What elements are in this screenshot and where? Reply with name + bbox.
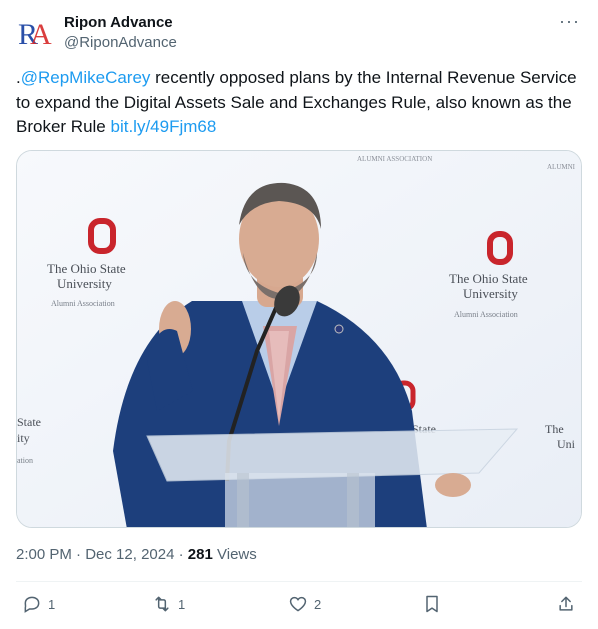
speaker-photo: The Ohio State University Alumni Associa… bbox=[17, 151, 581, 527]
display-name[interactable]: Ripon Advance bbox=[64, 14, 173, 31]
svg-text:University: University bbox=[57, 276, 112, 291]
views-count: 281 bbox=[187, 546, 213, 563]
svg-text:The Ohio State: The Ohio State bbox=[449, 271, 528, 286]
retweet-icon bbox=[155, 596, 169, 612]
bookmark-button[interactable] bbox=[422, 594, 442, 614]
like-button[interactable]: 2 bbox=[288, 594, 321, 614]
retweet-button[interactable]: 1 bbox=[152, 594, 185, 614]
ripon-logo-icon: R A bbox=[18, 18, 52, 51]
tweet-date[interactable]: Dec 12, 2024 bbox=[85, 546, 174, 563]
svg-text:ation: ation bbox=[17, 456, 33, 465]
svg-text:State: State bbox=[17, 415, 41, 429]
tweet-header: R A Ripon Advance @RiponAdvance ··· bbox=[16, 12, 582, 56]
svg-text:ALUMNI: ALUMNI bbox=[547, 163, 576, 171]
heart-icon bbox=[289, 596, 307, 612]
svg-text:Alumni Association: Alumni Association bbox=[51, 299, 115, 308]
svg-text:Alumni Association: Alumni Association bbox=[454, 310, 518, 319]
tweet-actions: 1 1 2 bbox=[16, 592, 582, 620]
views-label: Views bbox=[217, 546, 257, 563]
url-link[interactable]: bit.ly/49Fjm68 bbox=[110, 117, 216, 136]
reply-button[interactable]: 1 bbox=[22, 594, 55, 614]
reply-icon bbox=[24, 596, 40, 613]
divider bbox=[16, 581, 582, 582]
share-icon bbox=[559, 596, 573, 611]
tweet-meta: 2:00 PM · Dec 12, 2024 · 281 Views bbox=[16, 546, 257, 563]
user-handle[interactable]: @RiponAdvance bbox=[64, 34, 177, 51]
svg-text:The: The bbox=[545, 422, 564, 436]
tweet-photo[interactable]: The Ohio State University Alumni Associa… bbox=[16, 150, 582, 528]
mention-link[interactable]: @RepMikeCarey bbox=[21, 68, 151, 87]
bookmark-icon bbox=[426, 595, 438, 613]
tweet-text: .@RepMikeCarey recently opposed plans by… bbox=[16, 66, 586, 140]
svg-text:University: University bbox=[463, 286, 518, 301]
reply-count: 1 bbox=[48, 596, 56, 612]
share-button[interactable] bbox=[556, 594, 576, 614]
like-count: 2 bbox=[314, 596, 322, 612]
svg-text:ity: ity bbox=[17, 431, 30, 445]
svg-text:The Ohio State: The Ohio State bbox=[47, 261, 126, 276]
svg-text:A: A bbox=[30, 18, 52, 51]
avatar[interactable]: R A bbox=[16, 14, 56, 54]
retweet-count: 1 bbox=[178, 596, 186, 612]
more-options-icon[interactable]: ··· bbox=[559, 12, 580, 30]
tweet-time[interactable]: 2:00 PM bbox=[16, 546, 72, 563]
svg-text:ALUMNI ASSOCIATION: ALUMNI ASSOCIATION bbox=[357, 155, 432, 163]
svg-text:Uni: Uni bbox=[557, 437, 576, 451]
